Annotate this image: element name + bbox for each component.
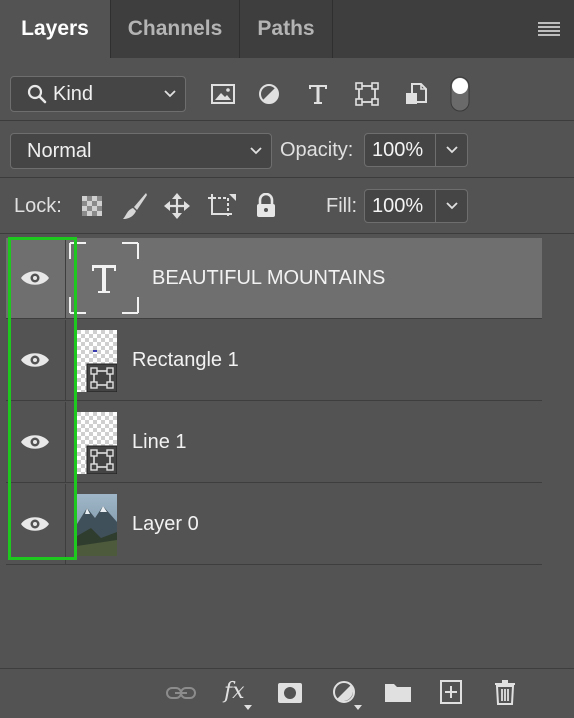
image-layer-thumbnail [77, 494, 117, 556]
text-layer-thumbnail-icon [69, 242, 139, 314]
lock-label: Lock: [14, 195, 62, 217]
eye-icon[interactable] [20, 432, 50, 452]
lock-artboard-icon[interactable] [207, 193, 237, 219]
fill-label: Fill: [326, 195, 358, 217]
panel-menu-icon[interactable] [538, 22, 560, 36]
shape-filter-icon[interactable] [355, 82, 379, 106]
tab-paths[interactable]: Paths [240, 0, 332, 58]
tab-divider [332, 0, 333, 58]
panel-footer-toolbar: fx [0, 668, 574, 718]
layer-row-beautiful-mountains[interactable]: BEAUTIFUL MOUNTAINS [6, 238, 542, 319]
kind-filter-select[interactable]: Kind [10, 76, 186, 112]
shape-layer-thumbnail [77, 412, 117, 474]
shape-layer-thumbnail [77, 330, 117, 392]
tab-channels[interactable]: Channels [111, 0, 239, 58]
eye-icon[interactable] [20, 350, 50, 370]
caret-down-icon [244, 705, 252, 710]
field-divider [435, 190, 436, 222]
layer-row-layer-0[interactable]: Layer 0 [6, 484, 542, 565]
smart-object-filter-icon[interactable] [404, 82, 428, 106]
lock-transparent-pixels-icon[interactable] [81, 195, 103, 217]
opacity-value[interactable]: 100% [372, 134, 423, 166]
new-layer-icon[interactable] [440, 680, 462, 704]
layer-row-rectangle-1[interactable]: Rectangle 1 [6, 320, 542, 401]
tab-layers[interactable]: Layers [0, 0, 110, 58]
link-layers-icon[interactable] [166, 685, 196, 701]
eye-icon[interactable] [20, 268, 50, 288]
chevron-down-icon [164, 90, 176, 98]
layer-name: BEAUTIFUL MOUNTAINS [152, 267, 386, 289]
opacity-label: Opacity: [280, 139, 354, 161]
image-filter-icon[interactable] [211, 83, 235, 105]
section-divider [0, 233, 574, 234]
layers-list: BEAUTIFUL MOUNTAINS Rectangle 1 Line 1 L… [6, 238, 542, 568]
kind-label: Kind [53, 83, 94, 105]
visibility-toggle[interactable] [6, 238, 66, 319]
lock-all-icon[interactable] [255, 193, 277, 217]
section-divider [0, 120, 574, 121]
adjustment-filter-icon[interactable] [258, 83, 280, 105]
layer-name: Line 1 [132, 431, 187, 453]
delete-layer-icon[interactable] [494, 679, 516, 705]
lock-position-move-icon[interactable] [164, 193, 190, 219]
opacity-field[interactable]: 100% [364, 133, 468, 167]
blend-mode-select[interactable]: Normal [10, 133, 272, 169]
visibility-toggle[interactable] [6, 320, 66, 401]
blend-mode-value: Normal [27, 140, 92, 162]
eye-icon[interactable] [20, 514, 50, 534]
section-divider [0, 177, 574, 178]
search-icon [27, 84, 47, 104]
fx-icon[interactable]: fx [224, 679, 245, 704]
visibility-toggle[interactable] [6, 402, 66, 483]
fill-dropdown-icon[interactable] [445, 199, 459, 213]
layer-name: Rectangle 1 [132, 349, 239, 371]
layer-row-line-1[interactable]: Line 1 [6, 402, 542, 483]
filter-toggle-icon[interactable] [450, 76, 470, 112]
layer-name: Layer 0 [132, 513, 199, 535]
new-group-icon[interactable] [384, 681, 412, 703]
caret-down-icon [354, 705, 362, 710]
visibility-toggle[interactable] [6, 484, 66, 565]
field-divider [435, 134, 436, 166]
type-filter-icon[interactable] [307, 83, 329, 105]
fill-value[interactable]: 100% [372, 190, 423, 222]
new-adjustment-icon[interactable] [332, 680, 356, 704]
add-mask-icon[interactable] [277, 682, 303, 704]
fill-field[interactable]: 100% [364, 189, 468, 223]
opacity-dropdown-icon[interactable] [445, 143, 459, 157]
chevron-down-icon [250, 147, 262, 155]
lock-image-pixels-brush-icon[interactable] [122, 192, 148, 220]
panel-tab-bar: Layers Channels Paths [0, 0, 574, 58]
